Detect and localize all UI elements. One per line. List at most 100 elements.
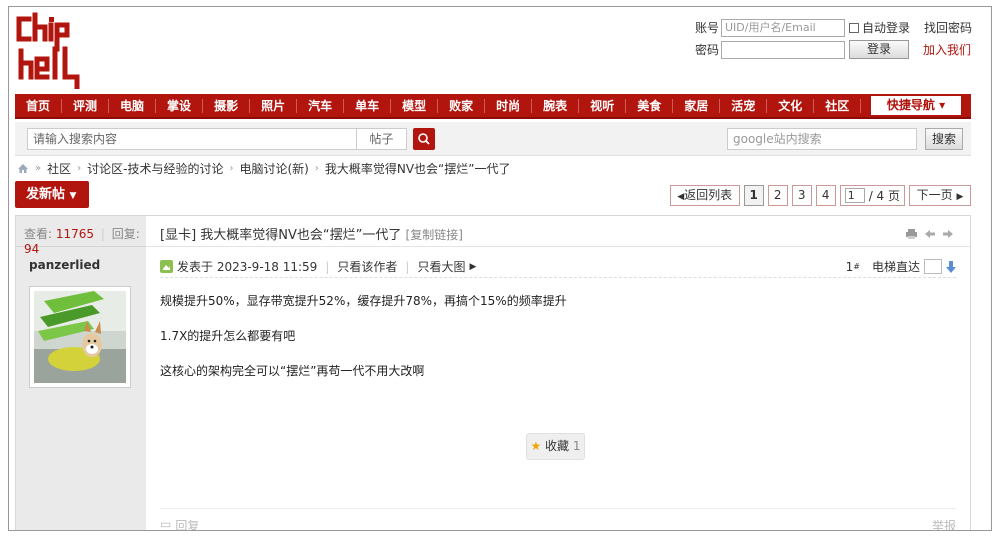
post-footer: ▭ 回复 举报 bbox=[160, 508, 956, 530]
nav-item[interactable]: 照片 bbox=[250, 98, 298, 113]
auto-login-label: 自动登录 bbox=[862, 21, 911, 35]
report-link[interactable]: 举报 bbox=[932, 517, 956, 530]
thread-stats: 查看: 11765 | 回复: 94 bbox=[16, 216, 146, 256]
quick-nav-button[interactable]: 快捷导航 ▾ bbox=[871, 96, 961, 115]
next-page-label: 下一页 bbox=[916, 188, 953, 202]
breadcrumb-item[interactable]: 讨论区-技术与经验的讨论 bbox=[87, 160, 223, 177]
elevator-input[interactable] bbox=[924, 259, 942, 274]
thread-title: [显卡] 我大概率觉得NV也会“摆烂”一代了 bbox=[160, 228, 402, 243]
star-icon: ★ bbox=[530, 439, 542, 453]
breadcrumb-item[interactable]: 社区 bbox=[47, 160, 71, 177]
pager: ◀返回列表 1 2 3 4 1 / 4 页 下一页 ▶ bbox=[666, 185, 971, 206]
thread-tools bbox=[905, 228, 954, 240]
breadcrumb-separator: › bbox=[229, 162, 234, 174]
nav-item[interactable]: 电脑 bbox=[109, 98, 157, 113]
page-button[interactable]: 3 bbox=[791, 185, 812, 206]
post-meta: 发表于 2023-9-18 11:59 | 只看该作者 | 只看大图 ▶ 1 # … bbox=[160, 256, 956, 278]
search-type-select[interactable]: 帖子 bbox=[357, 128, 407, 150]
prev-thread-icon[interactable] bbox=[924, 228, 936, 240]
page-jump: 1 / 4 页 bbox=[839, 185, 905, 206]
nav-item[interactable]: 腕表 bbox=[532, 98, 580, 113]
only-author-link[interactable]: 只看该作者 bbox=[337, 258, 397, 275]
avatar[interactable] bbox=[29, 286, 131, 388]
page-button[interactable]: 2 bbox=[767, 185, 788, 206]
nav-item[interactable]: 家居 bbox=[673, 98, 721, 113]
post-content: 规模提升50%，显存带宽提升52%，缓存提升78%，再搞个15%的频率提升 1.… bbox=[160, 294, 567, 399]
favorite-button[interactable]: ★ 收藏 1 bbox=[526, 433, 585, 460]
post-line: 这核心的架构完全可以“摆烂”再苟一代不用大改啊 bbox=[160, 364, 425, 378]
nav-item[interactable]: 汽车 bbox=[297, 98, 345, 113]
new-post-button[interactable]: 发新帖 ▼ bbox=[15, 181, 89, 208]
favorite-count: 1 bbox=[572, 439, 581, 453]
nav-item[interactable]: 败家 bbox=[438, 98, 486, 113]
post-time: 发表于 2023-9-18 11:59 bbox=[177, 260, 318, 274]
thread-title-bar: [显卡] 我大概率觉得NV也会“摆烂”一代了 [复制链接] bbox=[146, 216, 970, 247]
search-icon bbox=[418, 133, 430, 145]
nav-item[interactable]: 文化 bbox=[767, 98, 815, 113]
back-to-list-button[interactable]: ◀返回列表 bbox=[669, 185, 740, 206]
views-label: 查看: bbox=[24, 227, 53, 241]
nav-item[interactable]: 美食 bbox=[626, 98, 674, 113]
password-input[interactable] bbox=[721, 40, 845, 59]
arrow-down-icon[interactable] bbox=[946, 260, 956, 273]
page-frame: 账号 自动登录 找回密码 密码 登录 加入我们 首页评测电脑掌设摄影照片汽车单车… bbox=[8, 6, 992, 531]
post-line: 1.7X的提升怎么都要有吧 bbox=[160, 329, 296, 343]
nav-item[interactable]: 评测 bbox=[62, 98, 110, 113]
nav-item[interactable]: 单车 bbox=[344, 98, 392, 113]
print-icon[interactable] bbox=[905, 228, 918, 240]
nav-item[interactable]: 视听 bbox=[579, 98, 627, 113]
next-page-button[interactable]: 下一页 ▶ bbox=[909, 185, 971, 206]
divider: | bbox=[405, 259, 410, 274]
nav-item[interactable]: 活宠 bbox=[720, 98, 768, 113]
reply-icon[interactable]: ▭ bbox=[160, 517, 171, 530]
back-to-list-label: 返回列表 bbox=[684, 188, 733, 202]
play-icon: ▶ bbox=[469, 261, 477, 272]
search-bar: 请输入搜索内容 帖子 google站内搜索 搜索 bbox=[15, 122, 971, 156]
post-sidebar: 查看: 11765 | 回复: 94 panzerlied bbox=[16, 216, 146, 530]
avatar-image bbox=[34, 291, 126, 383]
breadcrumb-separator: › bbox=[314, 162, 319, 174]
page-jump-input[interactable]: 1 bbox=[844, 188, 865, 203]
favorite-label: 收藏 bbox=[545, 439, 570, 453]
chiphell-logo[interactable] bbox=[15, 11, 83, 89]
join-us-link[interactable]: 加入我们 bbox=[923, 41, 971, 58]
chevron-right-icon: ▶ bbox=[956, 192, 964, 202]
next-thread-icon[interactable] bbox=[942, 228, 954, 240]
replies-count: 94 bbox=[24, 242, 40, 256]
page-button[interactable]: 4 bbox=[815, 185, 836, 206]
search-button[interactable] bbox=[413, 128, 435, 150]
nav-item[interactable]: 掌设 bbox=[156, 98, 204, 113]
home-icon[interactable] bbox=[17, 163, 29, 174]
post-container: 查看: 11765 | 回复: 94 panzerlied [显卡] 我大概率觉… bbox=[15, 215, 971, 530]
nav-item[interactable]: 首页 bbox=[15, 98, 63, 113]
big-image-link[interactable]: 只看大图 bbox=[417, 258, 465, 275]
nav-item[interactable]: 社区 bbox=[814, 98, 862, 113]
find-password-link[interactable]: 找回密码 bbox=[924, 19, 972, 36]
google-search-button[interactable]: 搜索 bbox=[925, 128, 963, 150]
account-label: 账号 bbox=[694, 21, 719, 35]
password-label: 密码 bbox=[694, 43, 719, 57]
views-count: 11765 bbox=[55, 227, 95, 241]
breadcrumb: » 社区 › 讨论区-技术与经验的讨论 › 电脑讨论(新) › 我大概率觉得NV… bbox=[17, 160, 510, 176]
reply-link[interactable]: 回复 bbox=[175, 517, 199, 530]
copy-link[interactable]: [复制链接] bbox=[406, 228, 463, 242]
breadcrumb-separator: » bbox=[35, 162, 42, 174]
login-button[interactable]: 登录 bbox=[849, 40, 909, 59]
page-button[interactable]: 1 bbox=[743, 185, 764, 206]
nav-item[interactable]: 时尚 bbox=[485, 98, 533, 113]
nav-item[interactable]: 模型 bbox=[391, 98, 439, 113]
page-total: / 4 页 bbox=[868, 189, 900, 203]
breadcrumb-item[interactable]: 电脑讨论(新) bbox=[239, 160, 308, 177]
account-input[interactable] bbox=[721, 18, 845, 37]
post-line: 规模提升50%，显存带宽提升52%，缓存提升78%，再搞个15%的频率提升 bbox=[160, 294, 567, 308]
auto-login-checkbox[interactable]: 自动登录 bbox=[849, 19, 910, 36]
new-post-label: 发新帖 bbox=[26, 187, 66, 202]
replies-label: 回复: bbox=[111, 227, 140, 241]
nav-item[interactable]: 摄影 bbox=[203, 98, 251, 113]
google-search-input[interactable]: google站内搜索 bbox=[727, 128, 917, 150]
caret-down-icon: ▼ bbox=[69, 191, 77, 201]
breadcrumb-item[interactable]: 我大概率觉得NV也会“摆烂”一代了 bbox=[325, 160, 511, 177]
checkbox-box[interactable] bbox=[849, 22, 859, 33]
search-input[interactable]: 请输入搜索内容 bbox=[27, 128, 357, 150]
quick-nav-label: 快捷导航 bbox=[886, 98, 935, 112]
